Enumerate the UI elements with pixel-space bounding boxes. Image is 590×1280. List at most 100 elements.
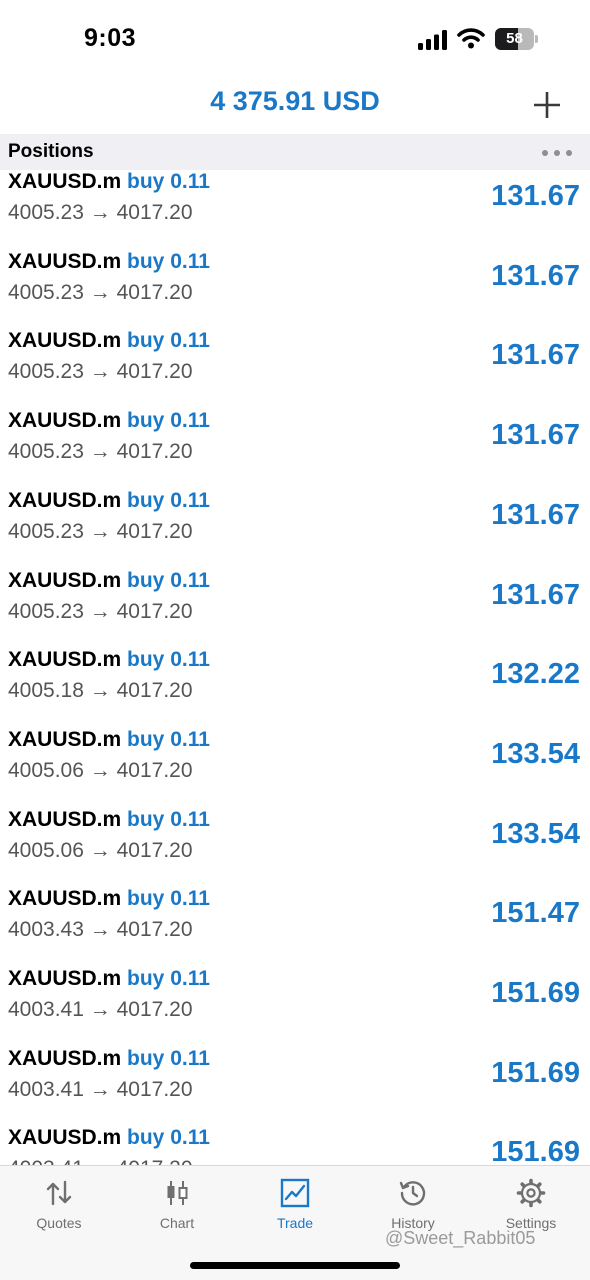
position-volume: 0.11 (170, 488, 210, 512)
position-type: buy (127, 1046, 165, 1070)
position-volume: 0.11 (170, 170, 210, 193)
position-row[interactable]: XAUUSD.m buy 0.11 4003.41 → 4017.20 151.69 (0, 1126, 590, 1165)
current-price: 4017.20 (116, 918, 193, 942)
position-row[interactable]: XAUUSD.m buy 0.11 4003.41 → 4017.20 151.69 (0, 1047, 590, 1127)
section-title: Positions (8, 141, 94, 162)
position-type: buy (127, 648, 165, 672)
position-profit: 133.54 (491, 817, 580, 850)
position-title: XAUUSD.m buy 0.11 (8, 329, 210, 353)
position-title: XAUUSD.m buy 0.11 (8, 409, 210, 433)
arrow-icon: → (89, 679, 111, 703)
position-type: buy (127, 488, 165, 512)
position-row[interactable]: XAUUSD.m buy 0.11 4005.23 → 4017.20 131.67 (0, 489, 590, 569)
battery-cap (535, 35, 538, 43)
positions-list[interactable]: XAUUSD.m buy 0.11 4005.23 → 4017.20 131.67… (0, 170, 590, 1165)
position-type: buy (127, 329, 165, 353)
position-volume: 0.11 (170, 727, 210, 751)
position-symbol: XAUUSD.m (8, 648, 122, 672)
position-row[interactable]: XAUUSD.m buy 0.11 4005.23 → 4017.20 131.67 (0, 170, 590, 250)
position-volume: 0.11 (170, 409, 210, 433)
position-symbol: XAUUSD.m (8, 727, 122, 751)
add-order-button[interactable] (530, 88, 564, 122)
home-indicator[interactable] (190, 1262, 400, 1269)
position-volume: 0.11 (170, 887, 210, 911)
arrow-icon: → (89, 360, 111, 384)
more-options-button[interactable] (540, 144, 574, 160)
battery-body: 58 (495, 28, 534, 50)
position-row[interactable]: XAUUSD.m buy 0.11 4005.23 → 4017.20 131.67 (0, 329, 590, 409)
position-row[interactable]: XAUUSD.m buy 0.11 4005.18 → 4017.20 132.22 (0, 648, 590, 728)
position-title: XAUUSD.m buy 0.11 (8, 569, 210, 593)
position-symbol: XAUUSD.m (8, 1046, 122, 1070)
open-price: 4005.23 (8, 360, 84, 384)
position-row[interactable]: XAUUSD.m buy 0.11 4005.23 → 4017.20 131.67 (0, 250, 590, 330)
arrow-icon: → (89, 201, 111, 224)
position-volume: 0.11 (170, 648, 210, 672)
header: 4 375.91 USD (0, 80, 590, 132)
status-time: 9:03 (84, 24, 137, 52)
position-title: XAUUSD.m buy 0.11 (8, 489, 210, 513)
position-prices: 4003.41 → 4017.20 (8, 1078, 193, 1102)
current-price: 4017.20 (116, 280, 193, 304)
arrow-icon: → (89, 599, 111, 623)
position-prices: 4005.23 → 4017.20 (8, 600, 193, 624)
arrow-icon: → (89, 1077, 111, 1101)
current-price: 4017.20 (116, 519, 193, 543)
position-symbol: XAUUSD.m (8, 967, 122, 990)
position-title: XAUUSD.m buy 0.11 (8, 967, 210, 991)
position-symbol: XAUUSD.m (8, 887, 122, 911)
history-icon (399, 1181, 426, 1206)
open-price: 4003.41 (8, 1157, 84, 1165)
wifi-icon (457, 28, 485, 49)
arrow-icon: → (90, 1157, 111, 1165)
current-price: 4017.20 (116, 998, 193, 1021)
tab-chart[interactable]: Chart (118, 1176, 236, 1238)
cellular-signal-icon (418, 30, 447, 50)
position-symbol: XAUUSD.m (8, 409, 122, 433)
position-symbol: XAUUSD.m (8, 329, 122, 353)
position-row[interactable]: XAUUSD.m buy 0.11 4005.23 → 4017.20 131.67 (0, 409, 590, 489)
battery-icon: 58 (495, 28, 539, 50)
current-price: 4017.20 (116, 1077, 193, 1101)
current-price: 4017.20 (117, 1157, 193, 1165)
position-volume: 0.11 (170, 249, 210, 273)
account-balance: 4 375.91 USD (210, 86, 380, 116)
position-prices: 4003.43 → 4017.20 (8, 918, 193, 942)
position-row[interactable]: XAUUSD.m buy 0.11 4005.23 → 4017.20 131.67 (0, 569, 590, 649)
position-type: buy (127, 887, 165, 911)
position-type: buy (127, 409, 165, 433)
position-prices: 4005.23 → 4017.20 (8, 201, 193, 225)
current-price: 4017.20 (116, 201, 193, 224)
position-profit: 131.67 (491, 259, 580, 292)
position-symbol: XAUUSD.m (8, 170, 122, 193)
position-title: XAUUSD.m buy 0.11 (8, 728, 210, 752)
position-type: buy (127, 967, 165, 990)
tab-label: Trade (276, 1215, 314, 1231)
position-title: XAUUSD.m buy 0.11 (8, 170, 210, 194)
current-price: 4017.20 (116, 440, 193, 464)
current-price: 4017.20 (116, 679, 193, 703)
position-row[interactable]: XAUUSD.m buy 0.11 4005.06 → 4017.20 133.54 (0, 808, 590, 888)
position-row[interactable]: XAUUSD.m buy 0.11 4005.06 → 4017.20 133.54 (0, 728, 590, 808)
tab-quotes[interactable]: Quotes (0, 1176, 118, 1238)
position-profit: 132.22 (491, 658, 580, 691)
position-type: buy (127, 1126, 165, 1150)
current-price: 4017.20 (116, 758, 193, 782)
position-volume: 0.11 (170, 1046, 210, 1070)
position-row[interactable]: XAUUSD.m buy 0.11 4003.41 → 4017.20 151.69 (0, 967, 590, 1047)
position-title: XAUUSD.m buy 0.11 (8, 1126, 210, 1150)
arrow-icon: → (89, 918, 111, 942)
open-price: 4003.41 (8, 998, 84, 1021)
position-profit: 131.67 (491, 339, 580, 372)
arrow-icon: → (89, 998, 111, 1021)
tab-trade[interactable]: Trade (236, 1176, 354, 1238)
position-type: buy (127, 249, 165, 273)
dot-icon (566, 150, 572, 156)
current-price: 4017.20 (116, 599, 193, 623)
position-row[interactable]: XAUUSD.m buy 0.11 4003.43 → 4017.20 151.47 (0, 887, 590, 967)
position-profit: 151.69 (491, 1136, 580, 1165)
position-volume: 0.11 (170, 967, 210, 990)
position-profit: 131.67 (491, 180, 580, 212)
tab-bar: Quotes Chart Trade History Settings @Swe… (0, 1165, 590, 1280)
position-prices: 4005.06 → 4017.20 (8, 839, 193, 863)
